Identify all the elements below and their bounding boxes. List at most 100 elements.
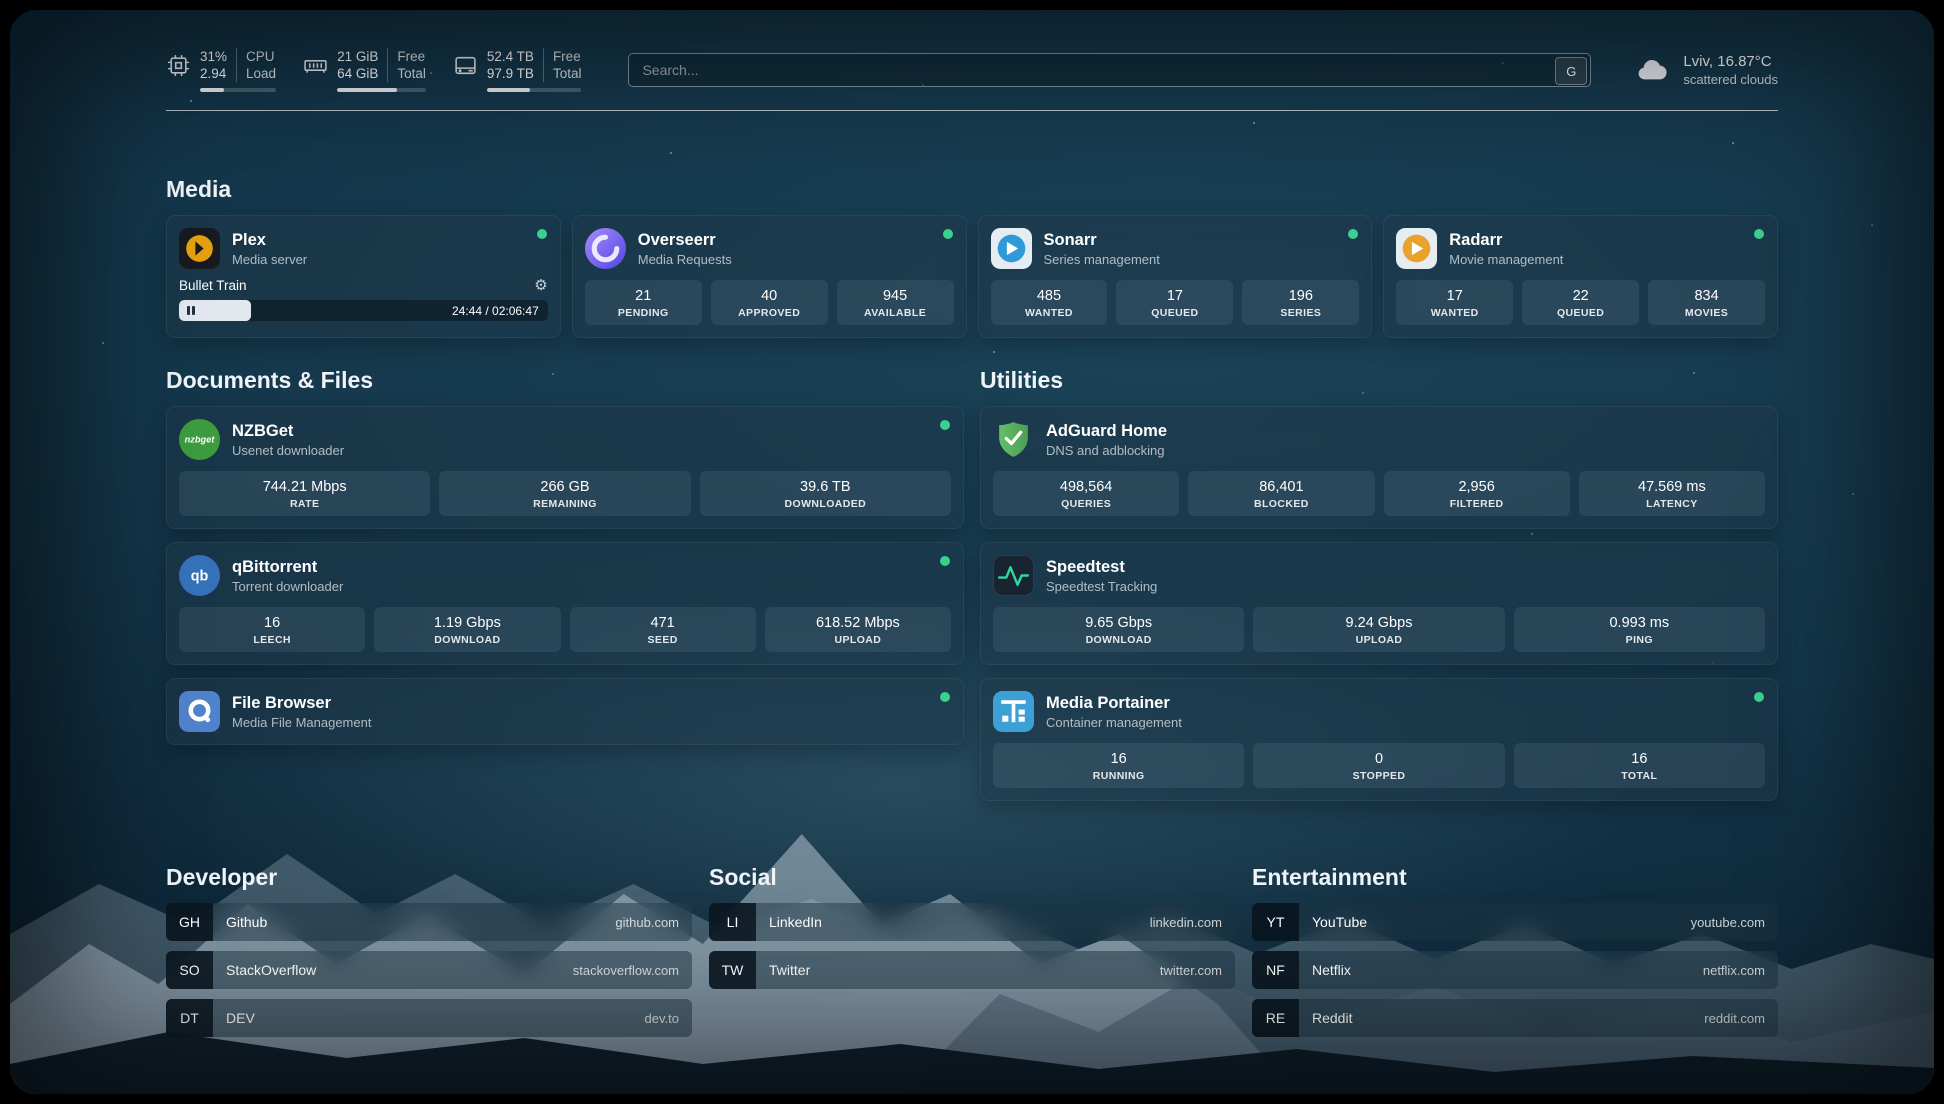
topbar: 31% 2.94 CPU Load — [166, 48, 1778, 92]
stat-approved: 40 APPROVED — [711, 280, 828, 325]
status-dot — [940, 692, 950, 702]
bookmark-twitter[interactable]: TW Twitter twitter.com — [709, 951, 1235, 989]
bookmark-name: Github — [226, 914, 267, 930]
memory-total-value: 64 GiB — [337, 65, 378, 82]
bookmark-netflix[interactable]: NF Netflix netflix.com — [1252, 951, 1778, 989]
service-card-qbittorrent[interactable]: qb qBittorrent Torrent downloader — [166, 542, 964, 665]
section-media: Media — [166, 175, 1778, 338]
stat-pending: 21 PENDING — [585, 280, 702, 325]
service-card-radarr[interactable]: Radarr Movie management 17 WANTED 22 — [1383, 215, 1778, 338]
service-name: Speedtest — [1046, 557, 1157, 577]
bookmark-name: Netflix — [1312, 962, 1351, 978]
bookmark-stackoverflow[interactable]: SO StackOverflow stackoverflow.com — [166, 951, 692, 989]
section-title-entertainment: Entertainment — [1252, 863, 1778, 891]
speedtest-pulse-icon — [993, 555, 1034, 596]
service-name: NZBGet — [232, 421, 344, 441]
bookmark-name: YouTube — [1312, 914, 1367, 930]
stat-rate: 744.21 Mbps RATE — [179, 471, 430, 516]
bookmark-name: DEV — [226, 1010, 255, 1026]
section-title-utilities: Utilities — [980, 366, 1778, 394]
cpu-progress-bar — [200, 88, 276, 92]
service-desc: Movie management — [1449, 251, 1563, 268]
service-name: qBittorrent — [232, 557, 343, 577]
hard-drive-icon — [453, 53, 478, 78]
stat-wanted: 485 WANTED — [991, 280, 1108, 325]
section-title-developer: Developer — [166, 863, 692, 891]
stat-available: 945 AVAILABLE — [837, 280, 954, 325]
section-documents: Documents & Files nzbget — [166, 366, 964, 801]
screen: 31% 2.94 CPU Load — [0, 0, 1944, 1104]
stat-upload: 618.52 Mbps UPLOAD — [765, 607, 951, 652]
settings-gear-icon[interactable]: ⚙ — [534, 278, 547, 293]
cpu-load-label: Load — [246, 65, 276, 82]
nzbget-icon: nzbget — [179, 419, 220, 460]
topbar-divider — [166, 110, 1778, 111]
filebrowser-icon — [179, 691, 220, 732]
search-input[interactable] — [628, 53, 1591, 87]
bookmark-youtube[interactable]: YT YouTube youtube.com — [1252, 903, 1778, 941]
bookmark-domain: twitter.com — [1160, 963, 1222, 978]
bookmark-linkedin[interactable]: LI LinkedIn linkedin.com — [709, 903, 1235, 941]
stat-filtered: 2,956 FILTERED — [1384, 471, 1570, 516]
stat-seed: 471 SEED — [570, 607, 756, 652]
bookmark-name: LinkedIn — [769, 914, 822, 930]
bookmark-abbr: NF — [1252, 951, 1299, 989]
service-name: Radarr — [1449, 230, 1563, 250]
stat-series: 196 SERIES — [1242, 280, 1359, 325]
stat-movies: 834 MOVIES — [1648, 280, 1765, 325]
bookmark-name: Twitter — [769, 962, 810, 978]
bookmark-reddit[interactable]: RE Reddit reddit.com — [1252, 999, 1778, 1037]
service-desc: Usenet downloader — [232, 442, 344, 459]
bookmark-domain: reddit.com — [1704, 1011, 1765, 1026]
cpu-load-value: 2.94 — [200, 65, 227, 82]
service-card-filebrowser[interactable]: File Browser Media File Management — [166, 678, 964, 745]
bookmark-abbr: DT — [166, 999, 213, 1037]
bookmark-github[interactable]: GH Github github.com — [166, 903, 692, 941]
service-name: File Browser — [232, 693, 371, 713]
disk-free-value: 52.4 TB — [487, 48, 534, 65]
adguard-shield-icon — [993, 419, 1034, 460]
service-desc: DNS and adblocking — [1046, 442, 1167, 459]
stat-total: 16 TOTAL — [1514, 743, 1765, 788]
bookmark-abbr: SO — [166, 951, 213, 989]
service-card-overseerr[interactable]: Overseerr Media Requests 21 PENDING 40 — [572, 215, 967, 338]
disk-total-value: 97.9 TB — [487, 65, 534, 82]
bookmark-name: Reddit — [1312, 1010, 1352, 1026]
disk-widget: 52.4 TB 97.9 TB Free Total — [453, 48, 582, 92]
section-developer: Developer GH Github github.com SO StackO… — [166, 863, 692, 1037]
weather-widget: Lviv, 16.87°C scattered clouds — [1633, 52, 1778, 88]
memory-progress-bar — [337, 88, 426, 92]
bookmark-domain: dev.to — [645, 1011, 679, 1026]
service-card-portainer[interactable]: Media Portainer Container management 16 … — [980, 678, 1778, 801]
cpu-percent-value: 31% — [200, 48, 227, 65]
status-dot — [537, 229, 547, 239]
now-playing-title: Bullet Train — [179, 278, 247, 293]
search-bar: G — [628, 53, 1591, 87]
stat-latency: 47.569 ms LATENCY — [1579, 471, 1765, 516]
bookmark-abbr: RE — [1252, 999, 1299, 1037]
service-card-plex[interactable]: Plex Media server Bullet Train ⚙ — [166, 215, 561, 338]
service-desc: Media Requests — [638, 251, 732, 268]
overseerr-icon — [585, 228, 626, 269]
service-card-nzbget[interactable]: nzbget NZBGet Usenet downloader — [166, 406, 964, 529]
search-engine-button[interactable]: G — [1555, 57, 1587, 85]
bookmark-abbr: LI — [709, 903, 756, 941]
status-dot — [1754, 229, 1764, 239]
service-card-sonarr[interactable]: Sonarr Series management 485 WANTED 17 — [978, 215, 1373, 338]
stat-queries: 498,564 QUERIES — [993, 471, 1179, 516]
service-card-speedtest[interactable]: Speedtest Speedtest Tracking 9.65 Gbps D… — [980, 542, 1778, 665]
stat-running: 16 RUNNING — [993, 743, 1244, 788]
weather-condition: scattered clouds — [1683, 71, 1778, 88]
radarr-icon — [1396, 228, 1437, 269]
playback-time: 24:44 / 02:06:47 — [452, 300, 539, 321]
service-card-adguard[interactable]: AdGuard Home DNS and adblocking 498,564 … — [980, 406, 1778, 529]
bookmark-dev[interactable]: DT DEV dev.to — [166, 999, 692, 1037]
cpu-percent-label: CPU — [246, 48, 276, 65]
bookmark-domain: linkedin.com — [1150, 915, 1222, 930]
disk-progress-bar — [487, 88, 582, 92]
section-bookmarks: Developer GH Github github.com SO StackO… — [166, 863, 1778, 1037]
dashboard-background: 31% 2.94 CPU Load — [10, 10, 1934, 1094]
stat-queued: 17 QUEUED — [1116, 280, 1233, 325]
status-dot — [1754, 692, 1764, 702]
playback-progress-bar[interactable]: 24:44 / 02:06:47 — [179, 300, 548, 321]
